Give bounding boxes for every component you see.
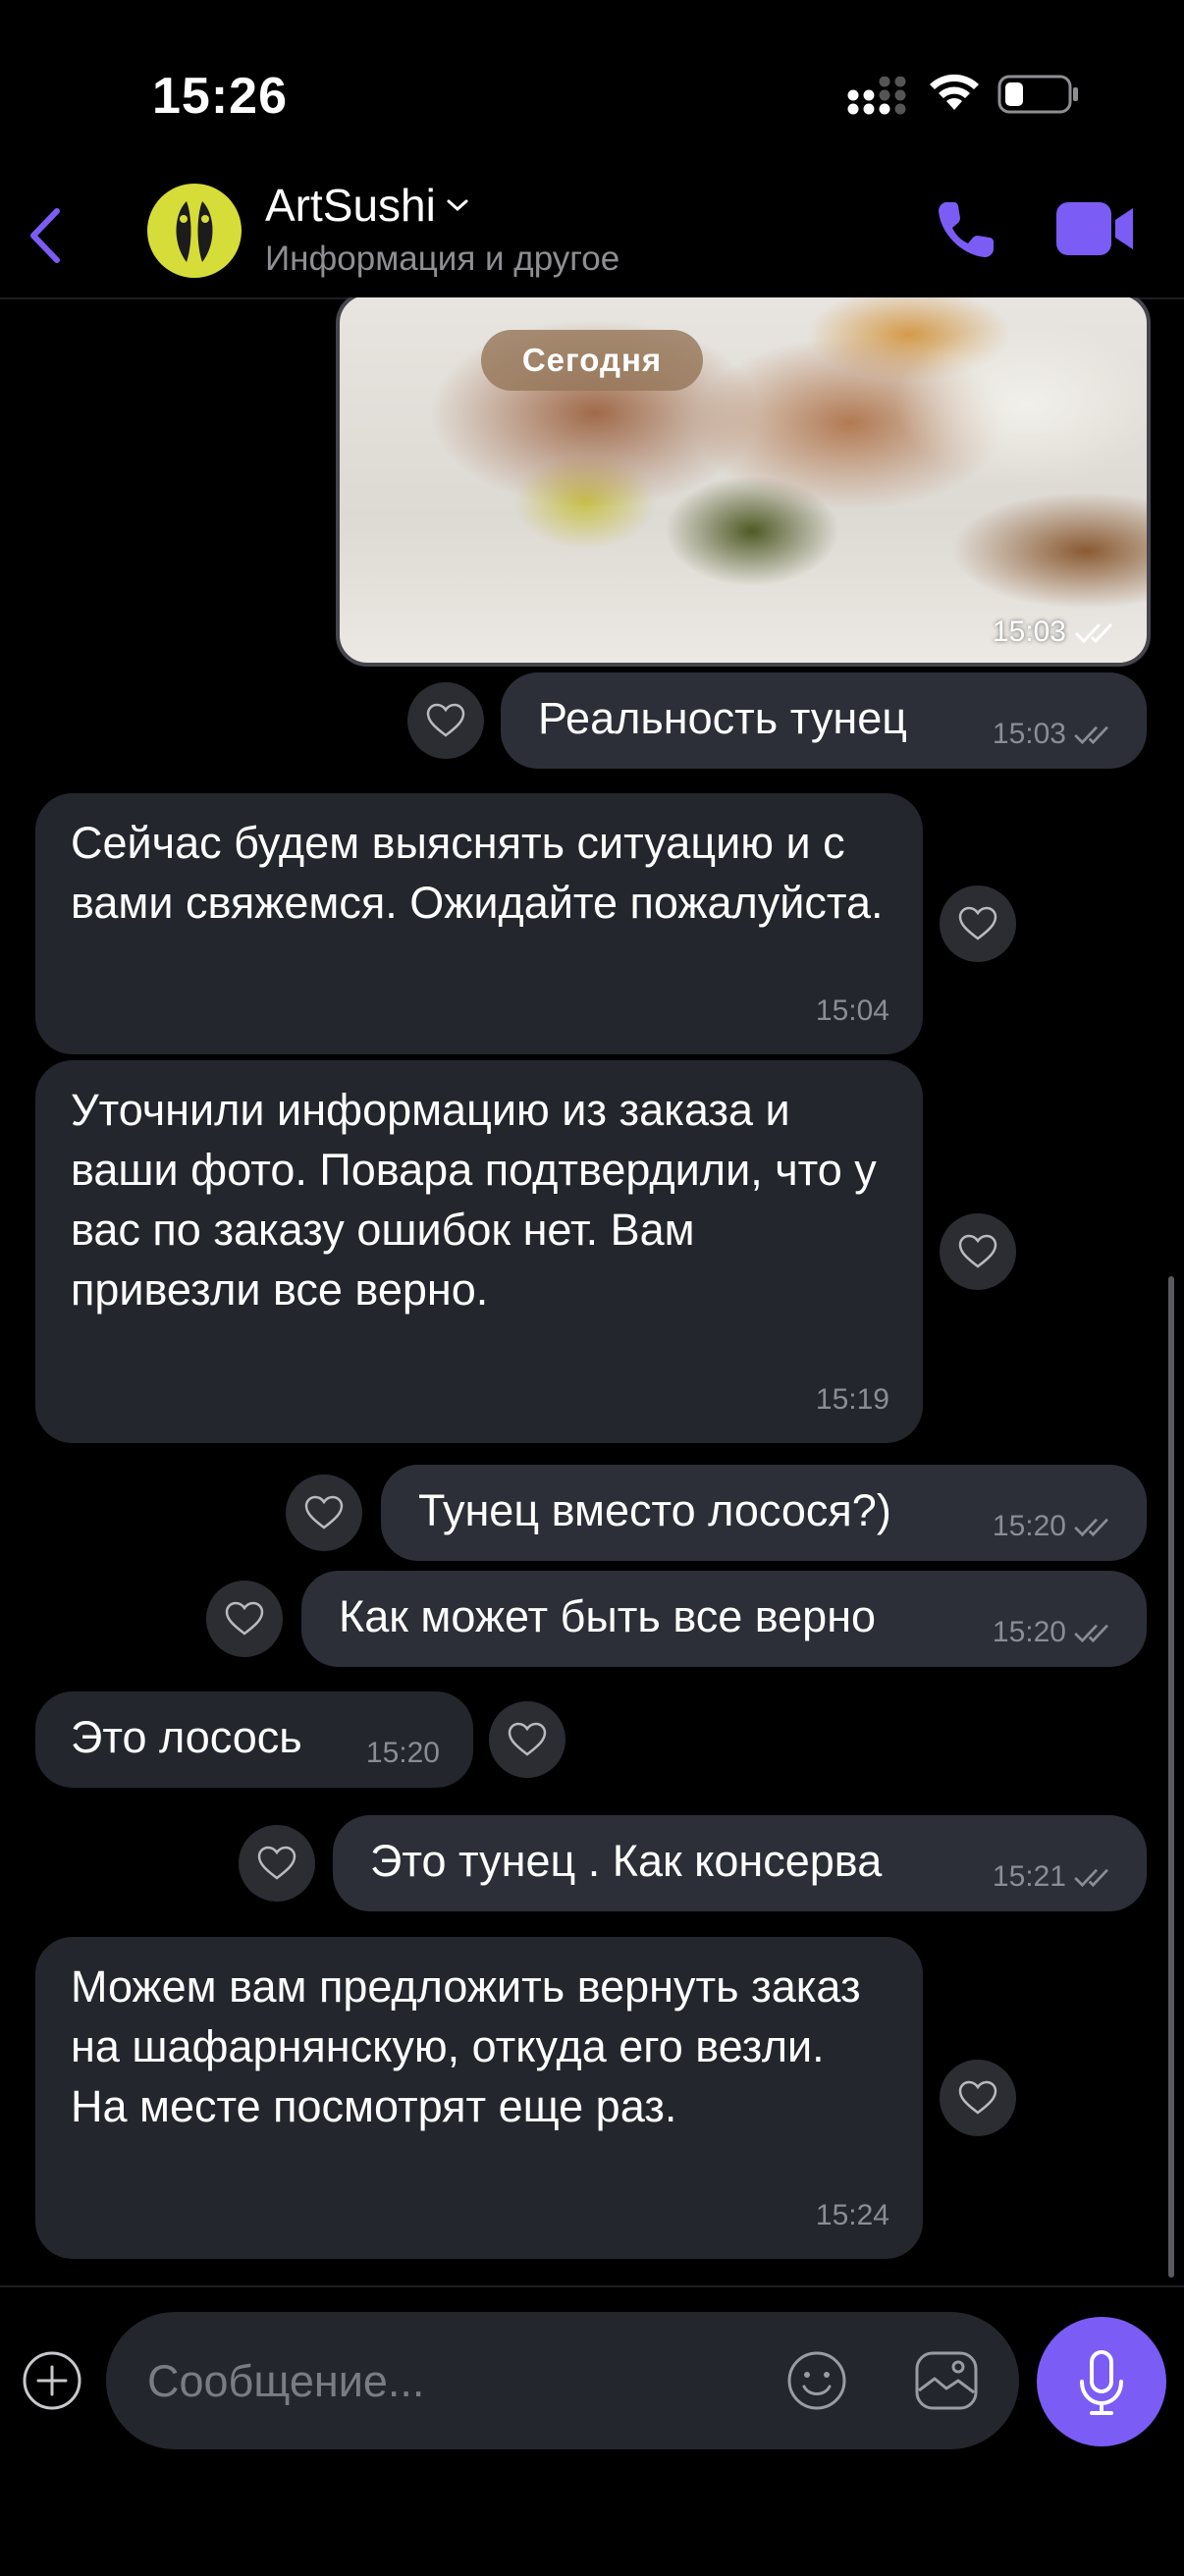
message-text: Уточнили информацию из заказа и ваши фот… [71, 1085, 877, 1315]
microphone-icon [1080, 2350, 1123, 2415]
contact-subtitle[interactable]: Информация и другое [265, 240, 619, 279]
message-text: Можем вам предложить вернуть заказ на ша… [71, 1961, 861, 2131]
message-time: 15:20 [992, 1510, 1066, 1542]
scrollbar[interactable] [1168, 1276, 1174, 2278]
double-check-icon [1074, 725, 1108, 744]
outgoing-message[interactable]: Тунец вместо лосося?) 15:20 [381, 1465, 1147, 1561]
video-call-icon[interactable] [1054, 196, 1137, 261]
voice-message-button[interactable] [1037, 2317, 1166, 2446]
incoming-message[interactable]: Можем вам предложить вернуть заказ на ша… [35, 1937, 923, 2259]
contact-avatar[interactable] [147, 184, 242, 278]
message-time: 15:21 [992, 1860, 1066, 1893]
message-time: 15:20 [992, 1616, 1066, 1648]
message-meta: 15:03 [993, 704, 1121, 764]
heart-icon [958, 1234, 997, 1268]
heart-icon [304, 1495, 344, 1530]
phone-icon[interactable] [933, 194, 1001, 263]
message-time: 15:03 [992, 616, 1066, 648]
like-button[interactable] [940, 886, 1016, 962]
message-input[interactable] [145, 2312, 836, 2451]
message-field[interactable] [106, 2312, 1019, 2451]
message-text: Сейчас будем выяснять ситуацию и с вами … [71, 818, 884, 928]
message-time: 15:24 [815, 2199, 889, 2231]
heart-icon [958, 2080, 997, 2115]
message-meta: 15:20 [993, 1496, 1121, 1556]
artsushi-logo-icon [151, 188, 238, 274]
double-check-icon [1074, 1518, 1108, 1536]
emoji-icon[interactable] [785, 2349, 848, 2412]
message-meta: 15:20 [993, 1602, 1121, 1662]
message-time: 15:03 [992, 718, 1066, 750]
message-text: Как может быть все верно [339, 1591, 877, 1641]
like-button[interactable] [489, 1701, 565, 1778]
outgoing-message[interactable]: Это тунец . Как консерва 15:21 [333, 1815, 1147, 1911]
date-separator: Сегодня [481, 330, 703, 391]
message-time: 15:19 [815, 1383, 889, 1416]
message-time: 15:04 [815, 994, 889, 1027]
incoming-message[interactable]: Это лосось 15:20 [35, 1691, 473, 1788]
heart-icon [426, 703, 465, 737]
heart-icon [257, 1846, 296, 1880]
double-check-icon [1074, 1624, 1108, 1642]
photo-meta: 15:03 [993, 616, 1125, 649]
outgoing-message[interactable]: Как может быть все верно 15:20 [301, 1571, 1147, 1667]
message-text: Реальность тунец [538, 693, 907, 743]
outgoing-message[interactable]: Реальность тунец 15:03 [501, 672, 1147, 769]
chevron-down-icon [447, 199, 468, 212]
message-time: 15:20 [365, 1737, 440, 1769]
back-arrow-icon[interactable] [18, 201, 77, 270]
like-button[interactable] [407, 682, 484, 759]
double-check-icon [1074, 622, 1113, 643]
message-text: Это тунец . Как консерва [370, 1836, 883, 1886]
wifi-icon [930, 74, 979, 110]
status-time: 15:26 [152, 68, 288, 125]
photo-message[interactable]: 15:03 [336, 297, 1151, 667]
incoming-message[interactable]: Уточнили информацию из заказа и ваши фот… [35, 1060, 923, 1443]
battery-icon [997, 75, 1078, 114]
chat-messages[interactable]: 15:03 Сегодня Реальность тунец 15:03 Сей… [0, 297, 1184, 2285]
double-check-icon [1074, 1868, 1108, 1887]
incoming-message[interactable]: Сейчас будем выяснять ситуацию и с вами … [35, 793, 923, 1054]
like-button[interactable] [940, 2060, 1016, 2136]
gallery-icon[interactable] [913, 2349, 980, 2412]
like-button[interactable] [286, 1475, 362, 1551]
cellular-signal-icon [847, 77, 906, 115]
heart-icon [508, 1722, 547, 1756]
message-text: Тунец вместо лосося?) [418, 1485, 891, 1535]
contact-name[interactable]: ArtSushi [265, 179, 469, 232]
message-text: Это лосось [71, 1712, 302, 1762]
plus-circle-icon[interactable] [22, 2350, 82, 2411]
message-meta: 15:21 [993, 1847, 1121, 1906]
heart-icon [958, 906, 997, 940]
like-button[interactable] [239, 1825, 315, 1902]
like-button[interactable] [206, 1581, 283, 1657]
heart-icon [225, 1601, 264, 1636]
like-button[interactable] [940, 1213, 1016, 1290]
contact-name-label: ArtSushi [265, 180, 436, 231]
